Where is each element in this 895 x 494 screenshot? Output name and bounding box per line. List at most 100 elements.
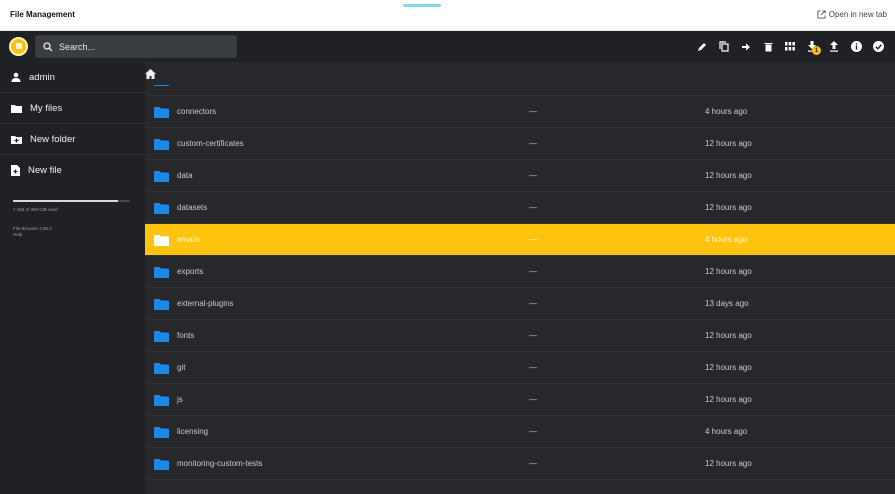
search-icon xyxy=(43,41,53,51)
file-name: emails xyxy=(177,235,201,244)
toolbar: 1 xyxy=(691,31,889,62)
edit-icon[interactable] xyxy=(691,31,713,62)
help-link[interactable]: Help xyxy=(13,232,132,238)
home-icon[interactable] xyxy=(145,68,156,79)
file-row[interactable]: licensing — 4 hours ago xyxy=(145,416,895,448)
sidebar-item-label: New folder xyxy=(30,133,76,145)
file-size: — xyxy=(529,203,537,212)
file-size: — xyxy=(529,459,537,468)
file-name: datasets xyxy=(177,203,208,212)
file-modified: 12 hours ago xyxy=(705,395,752,404)
sidebar: admin My files New folder New file 7 GiB… xyxy=(0,62,145,494)
file-modified: 4 hours ago xyxy=(705,427,748,436)
file-modified: 12 hours ago xyxy=(705,363,752,372)
file-name: data xyxy=(177,171,193,180)
file-name: connectors xyxy=(177,107,217,116)
delete-icon[interactable] xyxy=(757,31,779,62)
folder-icon xyxy=(154,267,169,278)
search-box[interactable] xyxy=(35,35,237,58)
external-link-icon xyxy=(817,10,826,19)
upload-icon[interactable] xyxy=(823,31,845,62)
file-listing: build-plugins—12 hours agoconnectors—4 h… xyxy=(145,62,895,494)
file-modified: 12 hours ago xyxy=(705,171,752,180)
info-icon[interactable] xyxy=(845,31,867,62)
sidebar-item-label: My files xyxy=(30,102,63,114)
file-name: exports xyxy=(177,267,204,276)
folder-icon xyxy=(154,331,169,342)
file-modified: 4 hours ago xyxy=(705,235,748,244)
file-size: — xyxy=(529,299,537,308)
file-size: — xyxy=(529,107,537,116)
sidebar-item-new-file[interactable]: New file xyxy=(0,155,145,186)
file-row[interactable]: custom-certificates — 12 hours ago xyxy=(145,128,895,160)
file-name: custom-certificates xyxy=(177,139,244,148)
file-row[interactable]: data — 12 hours ago xyxy=(145,160,895,192)
copy-icon[interactable] xyxy=(713,31,735,62)
file-row[interactable]: git — 12 hours ago xyxy=(145,352,895,384)
search-input[interactable] xyxy=(59,41,229,52)
file-size: — xyxy=(529,171,537,180)
file-row[interactable]: datasets — 12 hours ago xyxy=(145,192,895,224)
file-modified: 12 hours ago xyxy=(705,331,752,340)
open-in-new-tab-label: Open in new tab xyxy=(828,10,887,19)
app-logo[interactable] xyxy=(9,37,28,56)
folder-icon xyxy=(154,395,169,406)
open-in-new-tab-link[interactable]: Open in new tab xyxy=(817,10,887,19)
file-row[interactable]: exports — 12 hours ago xyxy=(145,256,895,288)
file-size: — xyxy=(529,235,537,244)
folder-icon xyxy=(154,459,169,470)
file-modified: 12 hours ago xyxy=(705,267,752,276)
file-size: — xyxy=(529,267,537,276)
file-modified: 12 hours ago xyxy=(705,459,752,468)
switch-view-icon[interactable] xyxy=(779,31,801,62)
folder-icon xyxy=(11,104,22,113)
file-modified: 12 hours ago xyxy=(705,139,752,148)
folder-icon xyxy=(154,299,169,310)
window-title: File Management xyxy=(10,10,75,19)
breadcrumb xyxy=(145,62,895,85)
folder-icon xyxy=(154,363,169,374)
storage-progress xyxy=(13,200,130,202)
download-badge: 1 xyxy=(812,46,821,55)
file-size: — xyxy=(529,395,537,404)
folder-icon xyxy=(154,107,169,118)
sidebar-item-user[interactable]: admin xyxy=(0,62,145,93)
file-row[interactable]: js — 12 hours ago xyxy=(145,384,895,416)
file-name: monitoring-custom-tests xyxy=(177,459,263,468)
app-topbar: 1 xyxy=(0,31,895,62)
select-all-icon[interactable] xyxy=(867,31,889,62)
file-modified: 12 hours ago xyxy=(705,203,752,212)
file-name: licensing xyxy=(177,427,209,436)
folder-icon xyxy=(154,171,169,182)
storage-progress-fill xyxy=(13,200,119,202)
sidebar-item-new-folder[interactable]: New folder xyxy=(0,124,145,155)
storage-text: 7 GiB of 300 GiB used xyxy=(13,207,58,212)
window-header: File Management Open in new tab xyxy=(0,0,895,31)
file-row[interactable]: connectors — 4 hours ago xyxy=(145,96,895,128)
file-modified: 4 hours ago xyxy=(705,107,748,116)
new-folder-icon xyxy=(11,135,22,144)
file-row[interactable]: emails — 4 hours ago xyxy=(145,224,895,256)
sidebar-item-label: admin xyxy=(29,71,55,83)
folder-icon xyxy=(154,235,169,246)
file-row[interactable]: monitoring-custom-tests — 12 hours ago xyxy=(145,448,895,480)
drag-handle[interactable] xyxy=(403,4,441,7)
sidebar-item-label: New file xyxy=(28,165,62,176)
file-size: — xyxy=(529,363,537,372)
file-row[interactable]: external-plugins — 13 days ago xyxy=(145,288,895,320)
sidebar-item-my-files[interactable]: My files xyxy=(0,93,145,124)
download-icon[interactable]: 1 xyxy=(801,31,823,62)
folder-icon xyxy=(154,427,169,438)
file-name: js xyxy=(177,395,183,404)
file-row[interactable]: fonts — 12 hours ago xyxy=(145,320,895,352)
sidebar-footer: File Browser 2.56.0 Help xyxy=(13,226,132,238)
file-name: fonts xyxy=(177,331,195,340)
file-size: — xyxy=(529,427,537,436)
file-size: — xyxy=(529,331,537,340)
file-name: external-plugins xyxy=(177,299,234,308)
folder-icon xyxy=(154,203,169,214)
file-size: — xyxy=(529,139,537,148)
folder-icon xyxy=(154,139,169,150)
file-name: git xyxy=(177,363,186,372)
move-icon[interactable] xyxy=(735,31,757,62)
